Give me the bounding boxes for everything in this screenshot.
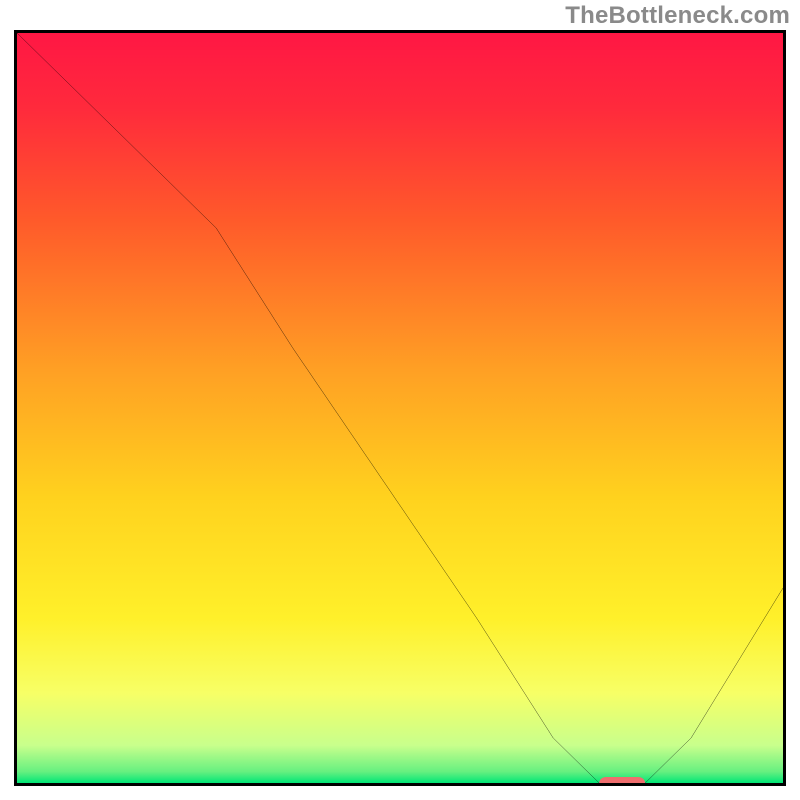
plot-frame (14, 30, 786, 786)
gradient-background (17, 33, 783, 783)
chart-canvas: TheBottleneck.com (0, 0, 800, 800)
watermark-label: TheBottleneck.com (565, 2, 790, 30)
